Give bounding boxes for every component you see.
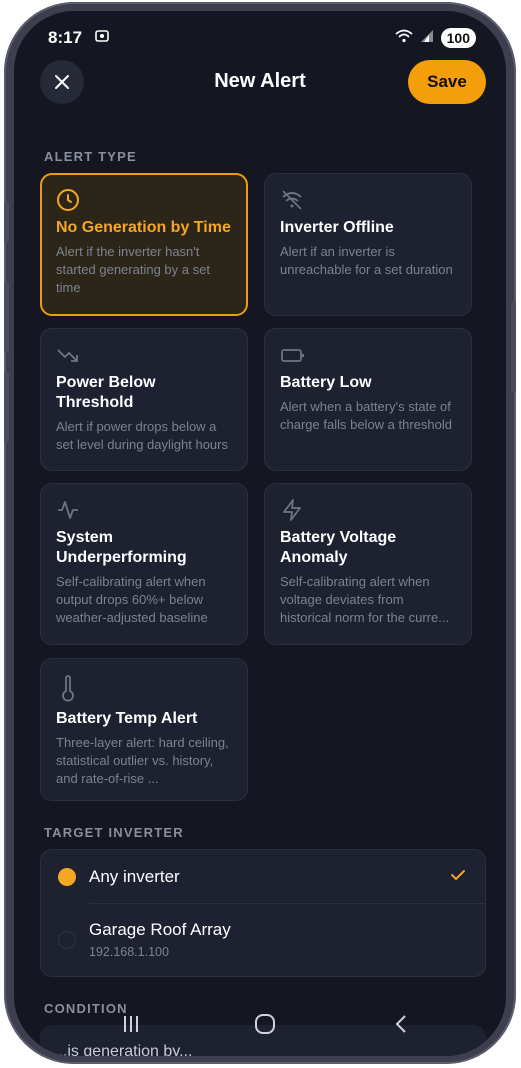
- alert-type-card-battery-low[interactable]: Battery Low Alert when a battery's state…: [264, 328, 472, 471]
- card-description: Alert if power drops below a set level d…: [56, 419, 228, 452]
- save-button[interactable]: Save: [408, 60, 486, 104]
- card-description: Alert when a battery's state of charge f…: [280, 399, 452, 432]
- inverter-list: Any inverter Garage Roof Array 192.168.1…: [40, 849, 486, 977]
- inverter-option-any[interactable]: Any inverter: [41, 850, 485, 903]
- power-button: [511, 302, 516, 392]
- inverter-ip: 192.168.1.100: [89, 945, 169, 959]
- radio-unselected[interactable]: [58, 931, 76, 949]
- back-icon[interactable]: [390, 1013, 412, 1040]
- system-nav-bar: [14, 1009, 506, 1041]
- volume-down-button: [4, 372, 9, 442]
- card-title: Battery Voltage Anomaly: [280, 529, 397, 566]
- trending-down-icon: [56, 343, 233, 367]
- inverter-option-label: Any inverter: [89, 867, 180, 886]
- battery-icon: [280, 343, 457, 367]
- inverter-option-garage-roof-array[interactable]: Garage Roof Array 192.168.1.100: [41, 904, 485, 976]
- card-title: Battery Low: [280, 374, 372, 391]
- activity-icon: [56, 498, 233, 522]
- wifi-off-icon: [280, 188, 457, 212]
- status-bar: 8:17 100: [14, 25, 506, 51]
- alert-type-card-inverter-offline[interactable]: Inverter Offline Alert if an inverter is…: [264, 173, 472, 316]
- card-title: System Underperforming: [56, 529, 187, 566]
- alert-type-card-battery-temp[interactable]: Battery Temp Alert Three-layer alert: ha…: [40, 658, 248, 801]
- alert-type-card-no-generation[interactable]: No Generation by Time Alert if the inver…: [40, 173, 248, 316]
- zap-icon: [280, 498, 457, 522]
- thermometer-icon: [56, 673, 233, 703]
- phone-frame: 8:17 100 New Alert Save ALERT TYPE No Ge…: [4, 2, 516, 1064]
- side-button: [4, 202, 9, 242]
- card-description: Self-calibrating alert when voltage devi…: [280, 573, 457, 627]
- home-icon[interactable]: [254, 1013, 276, 1040]
- card-description-text: Self-calibrating alert when voltage devi…: [280, 574, 450, 625]
- section-label-alert-type: ALERT TYPE: [44, 149, 137, 164]
- card-title: Inverter Offline: [280, 219, 394, 236]
- clock-icon: [56, 188, 233, 212]
- status-time: 8:17: [48, 28, 83, 47]
- card-title: No Generation by Time: [56, 219, 231, 236]
- signal-icon: [420, 28, 434, 48]
- wifi-icon: [395, 28, 413, 48]
- recent-apps-icon[interactable]: [120, 1013, 142, 1040]
- check-icon: [449, 866, 467, 889]
- volume-up-button: [4, 282, 9, 352]
- screen-record-icon: [94, 28, 110, 49]
- alert-type-card-system-underperforming[interactable]: System Underperforming Self-calibrating …: [40, 483, 248, 645]
- header: New Alert Save: [14, 60, 506, 104]
- radio-selected[interactable]: [58, 868, 76, 886]
- card-description: Alert if an inverter is unreachable for …: [280, 244, 453, 277]
- alert-type-card-battery-voltage-anomaly[interactable]: Battery Voltage Anomaly Self-calibrating…: [264, 483, 472, 645]
- inverter-option-label: Garage Roof Array: [89, 920, 231, 939]
- condition-preview: ...is generation by...: [54, 1043, 193, 1056]
- section-label-target-inverter: TARGET INVERTER: [44, 825, 184, 840]
- screen: 8:17 100 New Alert Save ALERT TYPE No Ge…: [14, 11, 506, 1056]
- card-description: Self-calibrating alert when output drops…: [56, 574, 208, 625]
- card-description: Three-layer alert: hard ceiling, statist…: [56, 735, 229, 786]
- alert-type-card-power-below-threshold[interactable]: Power Below Threshold Alert if power dro…: [40, 328, 248, 471]
- battery-level: 100: [440, 28, 476, 48]
- card-title: Power Below Threshold: [56, 374, 156, 411]
- card-title: Battery Temp Alert: [56, 710, 198, 727]
- card-description: Alert if the inverter hasn't started gen…: [56, 244, 210, 295]
